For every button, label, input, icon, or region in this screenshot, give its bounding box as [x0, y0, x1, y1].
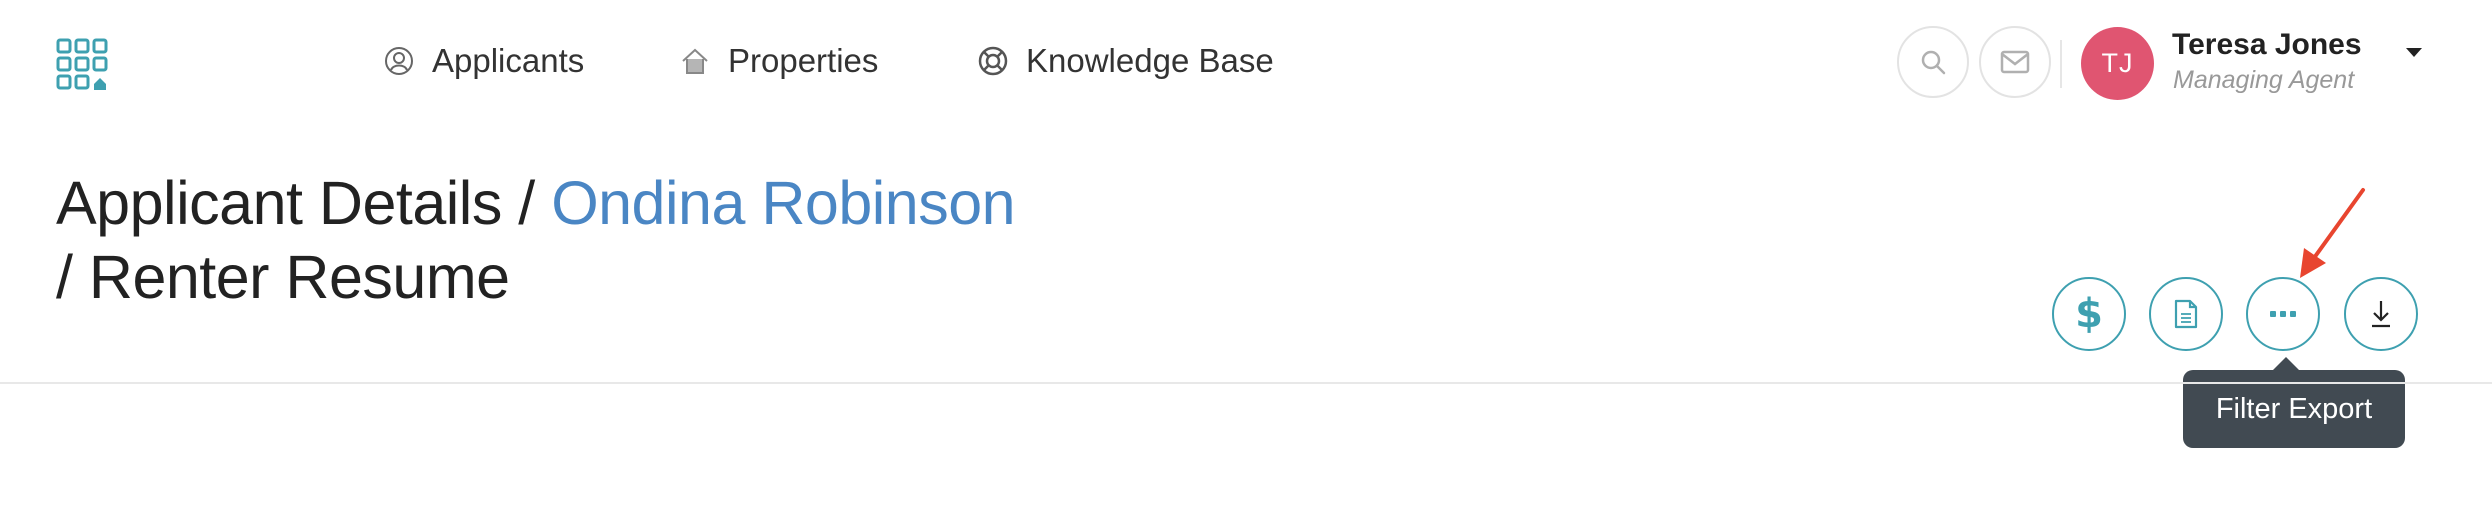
document-button[interactable] — [2149, 277, 2223, 351]
top-navigation-bar: Applicants Properties Knowledge Base TJ … — [0, 0, 2492, 124]
app-logo-icon[interactable] — [56, 38, 110, 92]
header-divider — [2060, 40, 2062, 88]
user-role: Managing Agent — [2173, 66, 2355, 94]
nav-knowledge-base[interactable]: Knowledge Base — [976, 36, 1274, 86]
download-icon — [2372, 301, 2390, 328]
search-button[interactable] — [1897, 26, 1969, 98]
nav-properties-label: Properties — [728, 42, 879, 79]
home-icon — [678, 44, 712, 78]
breadcrumb-prefix: Applicant Details / — [56, 169, 552, 237]
user-menu-caret-down-icon[interactable] — [2401, 40, 2427, 66]
section-divider — [0, 382, 2492, 384]
page-title: Applicant Details / Ondina Robinson / Re… — [56, 166, 1156, 314]
nav-knowledge-base-label: Knowledge Base — [1026, 42, 1274, 79]
search-icon — [1921, 50, 1946, 75]
more-icon — [2270, 311, 2296, 317]
avatar[interactable]: TJ — [2081, 27, 2154, 100]
payment-button[interactable]: $ — [2052, 277, 2126, 351]
breadcrumb-applicant-link[interactable]: Ondina Robinson — [551, 169, 1015, 237]
dollar-icon: $ — [2075, 291, 2103, 337]
filter-export-button[interactable] — [2246, 277, 2320, 351]
lifebuoy-icon — [976, 44, 1010, 78]
annotation-arrow-icon — [2300, 188, 2365, 278]
mail-icon — [2000, 50, 2030, 74]
user-circle-icon — [382, 44, 416, 78]
breadcrumb-current: / Renter Resume — [56, 243, 510, 311]
nav-applicants-label: Applicants — [432, 42, 585, 79]
document-icon — [2174, 299, 2198, 329]
download-button[interactable] — [2344, 277, 2418, 351]
tooltip-arrow — [2272, 357, 2300, 371]
user-name[interactable]: Teresa Jones — [2172, 28, 2362, 62]
mail-button[interactable] — [1979, 26, 2051, 98]
nav-applicants[interactable]: Applicants — [382, 36, 584, 86]
nav-properties[interactable]: Properties — [678, 36, 878, 86]
